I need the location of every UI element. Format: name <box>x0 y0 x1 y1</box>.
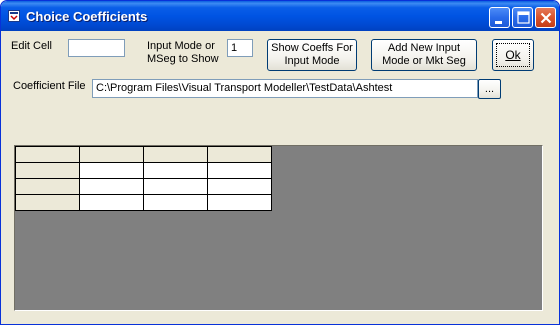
maximize-button[interactable] <box>512 7 533 28</box>
show-coeffs-label-line2: Input Mode <box>284 55 340 67</box>
grid-row <box>15 162 272 179</box>
grid-cell[interactable] <box>143 178 208 195</box>
grid-column-header[interactable] <box>143 146 208 163</box>
grid-row <box>15 178 272 195</box>
grid-cell[interactable] <box>207 194 272 211</box>
minimize-button[interactable] <box>489 7 510 28</box>
grid-cell[interactable] <box>143 194 208 211</box>
grid-column-header[interactable] <box>79 146 144 163</box>
input-mode-label-line2: MSeg to Show <box>147 53 219 65</box>
grid-corner-cell <box>15 146 80 163</box>
grid-cell[interactable] <box>207 162 272 179</box>
title-bar[interactable]: Choice Coefficients <box>1 1 559 31</box>
maximize-icon <box>517 11 530 24</box>
show-coeffs-button[interactable]: Show Coeffs For Input Mode <box>267 39 357 71</box>
window-title: Choice Coefficients <box>26 9 148 24</box>
grid-cell[interactable] <box>207 178 272 195</box>
coefficient-file-input[interactable]: C:\Program Files\Visual Transport Modell… <box>92 79 478 98</box>
grid-cell[interactable] <box>79 194 144 211</box>
input-mode-input[interactable]: 1 <box>227 39 253 57</box>
close-button[interactable] <box>535 7 556 28</box>
grid-row <box>15 194 272 211</box>
grid-row-header[interactable] <box>15 162 80 179</box>
grid-header-row <box>15 146 272 163</box>
client-area: Edit Cell Input Mode or MSeg to Show 1 S… <box>4 31 556 323</box>
minimize-icon <box>495 21 502 24</box>
grid-cell[interactable] <box>79 178 144 195</box>
coefficient-file-label: Coefficient File <box>13 80 86 92</box>
browse-button-label: ... <box>484 82 495 95</box>
focus-rectangle <box>496 43 530 67</box>
app-icon[interactable] <box>8 10 20 22</box>
grid-row-header[interactable] <box>15 178 80 195</box>
grid-column-header[interactable] <box>207 146 272 163</box>
input-mode-label-line1: Input Mode or <box>147 40 215 52</box>
ok-button[interactable]: Ok <box>492 39 534 71</box>
show-coeffs-label-line1: Show Coeffs For <box>271 42 353 54</box>
grid-cell[interactable] <box>79 162 144 179</box>
edit-cell-input[interactable] <box>68 39 125 57</box>
grid-row-header[interactable] <box>15 194 80 211</box>
add-new-mode-button[interactable]: Add New Input Mode or Mkt Seg <box>371 39 477 71</box>
browse-button[interactable]: ... <box>478 79 501 99</box>
close-icon <box>540 12 552 24</box>
add-new-label-line1: Add New Input <box>387 42 461 54</box>
add-new-label-line2: Mode or Mkt Seg <box>382 55 466 67</box>
edit-cell-label: Edit Cell <box>11 40 52 52</box>
coefficient-grid[interactable] <box>15 146 272 211</box>
grid-cell[interactable] <box>143 162 208 179</box>
coefficient-grid-area[interactable] <box>14 145 543 311</box>
choice-coefficients-window: Choice Coefficients Edit Cell Input Mode… <box>0 0 560 325</box>
